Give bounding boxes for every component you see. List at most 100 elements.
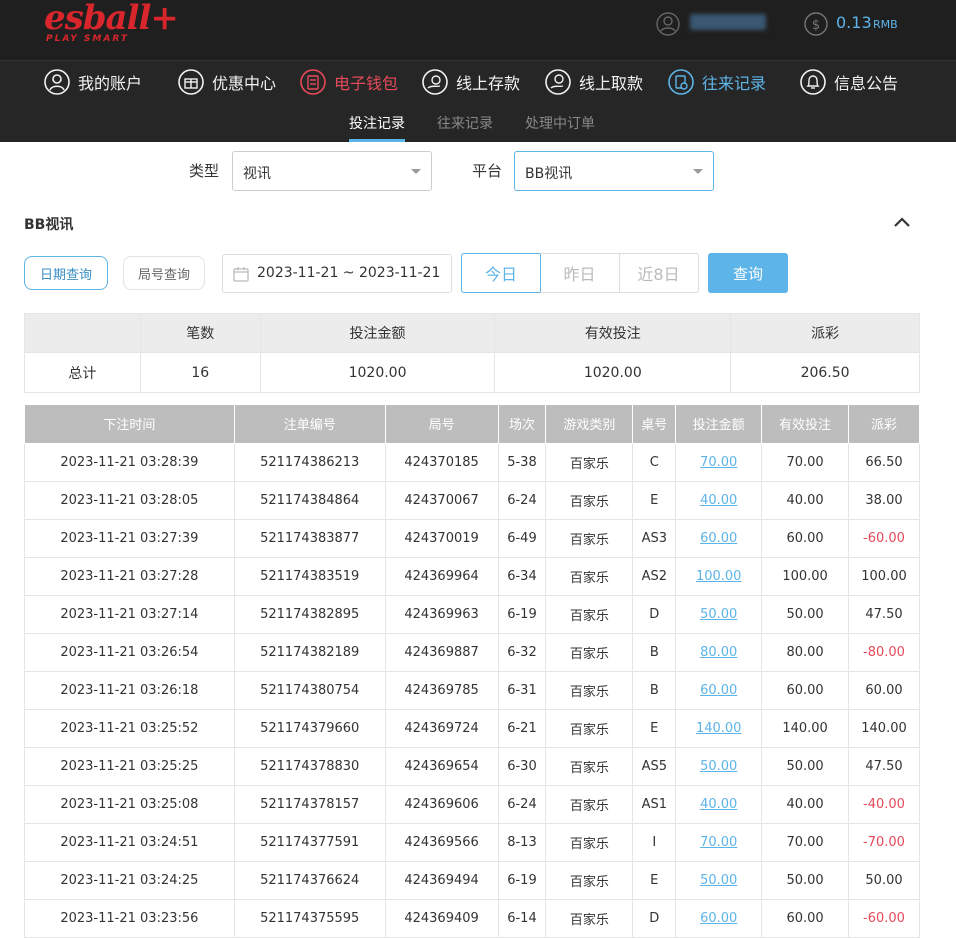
bet-time-cell: 2023-11-21 03:27:28 — [24, 556, 235, 596]
valid-bet-cell: 60.00 — [761, 518, 849, 558]
today-button[interactable]: 今日 — [461, 253, 541, 293]
summary-header-cell: 投注金额 — [259, 313, 496, 353]
nav-promotions[interactable]: 优惠中心 — [178, 67, 276, 97]
table-row: 2023-11-21 03:26:54 521174382189 424369887… — [24, 632, 920, 672]
round-id-cell: 424370019 — [384, 518, 499, 558]
gift-icon — [178, 69, 204, 95]
table-id-cell: AS1 — [632, 784, 677, 824]
summary-cell: 1020.00 — [494, 352, 732, 393]
platform-label: 平台 — [472, 162, 503, 180]
bet-id-cell: 521174375595 — [233, 898, 386, 938]
column-header[interactable]: 场次 — [497, 405, 547, 444]
bet-amount-link[interactable]: 50.00 — [675, 594, 763, 634]
nav-transaction-records[interactable]: 往来记录 — [668, 67, 766, 97]
table-id-cell: AS3 — [632, 518, 677, 558]
bet-amount-link[interactable]: 70.00 — [675, 822, 763, 862]
nav-online-deposit[interactable]: 线上存款 — [422, 67, 520, 97]
game-type-cell: 百家乐 — [545, 518, 634, 558]
round-id-cell: 424369566 — [384, 822, 499, 862]
valid-bet-cell: 80.00 — [761, 632, 849, 672]
tab-bet-records[interactable]: 投注记录 — [349, 113, 405, 133]
date-range-input[interactable]: 2023-11-21 ~ 2023-11-21 — [222, 254, 452, 293]
table-row: 2023-11-21 03:25:08 521174378157 424369606… — [24, 784, 920, 824]
round-id-cell: 424369963 — [384, 594, 499, 634]
column-header[interactable]: 局号 — [384, 405, 499, 444]
bet-amount-link[interactable]: 80.00 — [675, 632, 763, 672]
bet-amount-link[interactable]: 50.00 — [675, 746, 763, 786]
table-id-cell: E — [632, 480, 677, 520]
nav-announcements[interactable]: 信息公告 — [800, 67, 898, 97]
payout-cell: 50.00 — [848, 860, 920, 900]
table-id-cell: D — [632, 594, 677, 634]
session-cell: 8-13 — [497, 822, 547, 862]
bet-id-cell: 521174382189 — [233, 632, 386, 672]
summary-header-cell: 派彩 — [730, 313, 920, 353]
nav-e-wallet[interactable]: 电子钱包 — [300, 67, 398, 97]
bet-amount-link[interactable]: 60.00 — [675, 518, 763, 558]
tab-transaction-records[interactable]: 往来记录 — [437, 113, 493, 133]
calendar-icon — [233, 267, 249, 282]
platform-select[interactable]: BB视讯 — [514, 151, 714, 191]
round-query-button[interactable]: 局号查询 — [123, 256, 205, 290]
dollar-coin-icon: $ — [804, 12, 828, 36]
bet-amount-link[interactable]: 70.00 — [675, 442, 763, 482]
bet-id-cell: 521174382895 — [233, 594, 386, 634]
nav-label: 信息公告 — [834, 74, 899, 93]
valid-bet-cell: 40.00 — [761, 784, 849, 824]
valid-bet-cell: 70.00 — [761, 442, 849, 482]
table-id-cell: D — [632, 898, 677, 938]
bet-amount-link[interactable]: 40.00 — [675, 480, 763, 520]
column-header[interactable]: 注单编号 — [233, 405, 386, 444]
logo-text: esball+ — [44, 0, 179, 38]
bet-id-cell: 521174376624 — [233, 860, 386, 900]
bet-time-cell: 2023-11-21 03:27:39 — [24, 518, 235, 558]
bet-amount-link[interactable]: 60.00 — [675, 898, 763, 938]
valid-bet-cell: 50.00 — [761, 594, 849, 634]
column-header[interactable]: 游戏类别 — [545, 405, 634, 444]
payout-cell: 140.00 — [848, 708, 920, 748]
query-button[interactable]: 查询 — [708, 253, 788, 293]
session-cell: 6-32 — [497, 632, 547, 672]
bet-id-cell: 521174384864 — [233, 480, 386, 520]
bell-icon — [800, 69, 826, 95]
bet-amount-link[interactable]: 60.00 — [675, 670, 763, 710]
summary-cell: 总计 — [24, 352, 141, 393]
tab-pending-orders[interactable]: 处理中订单 — [525, 113, 595, 133]
main-nav: 我的账户 优惠中心 电子钱包 线上存款 线上取款 往来记录 信息公告 — [0, 60, 956, 102]
bet-amount-link[interactable]: 40.00 — [675, 784, 763, 824]
session-cell: 6-19 — [497, 594, 547, 634]
column-header[interactable]: 有效投注 — [761, 405, 849, 444]
date-query-button[interactable]: 日期查询 — [24, 256, 108, 290]
column-header[interactable]: 派彩 — [848, 405, 920, 444]
chevron-up-icon[interactable] — [892, 214, 912, 230]
table-row: 2023-11-21 03:25:25 521174378830 424369654… — [24, 746, 920, 786]
bet-amount-link[interactable]: 140.00 — [675, 708, 763, 748]
bet-id-cell: 521174386213 — [233, 442, 386, 482]
valid-bet-cell: 70.00 — [761, 822, 849, 862]
round-id-cell: 424369409 — [384, 898, 499, 938]
round-id-cell: 424370185 — [384, 442, 499, 482]
esball-logo[interactable]: esball+ PLAY SMART — [44, 0, 179, 48]
column-header[interactable]: 下注时间 — [24, 405, 235, 444]
balance-amount: 0.13 — [836, 13, 872, 32]
game-type-cell: 百家乐 — [545, 860, 634, 900]
summary-total-row: 总计 16 1020.00 1020.00 206.50 — [24, 352, 920, 393]
valid-bet-cell: 50.00 — [761, 746, 849, 786]
summary-table: 笔数 投注金额 有效投注 派彩 总计 16 1020.00 1020.00 20… — [24, 313, 920, 393]
type-select[interactable]: 视讯 — [232, 151, 432, 191]
user-icon[interactable] — [656, 12, 680, 36]
column-header[interactable]: 桌号 — [632, 405, 677, 444]
username-obscured — [690, 14, 766, 30]
round-id-cell: 424369654 — [384, 746, 499, 786]
bet-amount-link[interactable]: 100.00 — [675, 556, 763, 596]
session-cell: 6-31 — [497, 670, 547, 710]
nav-online-withdraw[interactable]: 线上取款 — [545, 67, 643, 97]
column-header[interactable]: 投注金额 — [675, 405, 763, 444]
yesterday-button[interactable]: 昨日 — [540, 253, 620, 293]
bet-amount-link[interactable]: 50.00 — [675, 860, 763, 900]
nav-my-account[interactable]: 我的账户 — [44, 67, 142, 97]
withdraw-icon — [545, 69, 571, 95]
session-cell: 6-21 — [497, 708, 547, 748]
last-8-days-button[interactable]: 近8日 — [619, 253, 699, 293]
bet-id-cell: 521174377591 — [233, 822, 386, 862]
